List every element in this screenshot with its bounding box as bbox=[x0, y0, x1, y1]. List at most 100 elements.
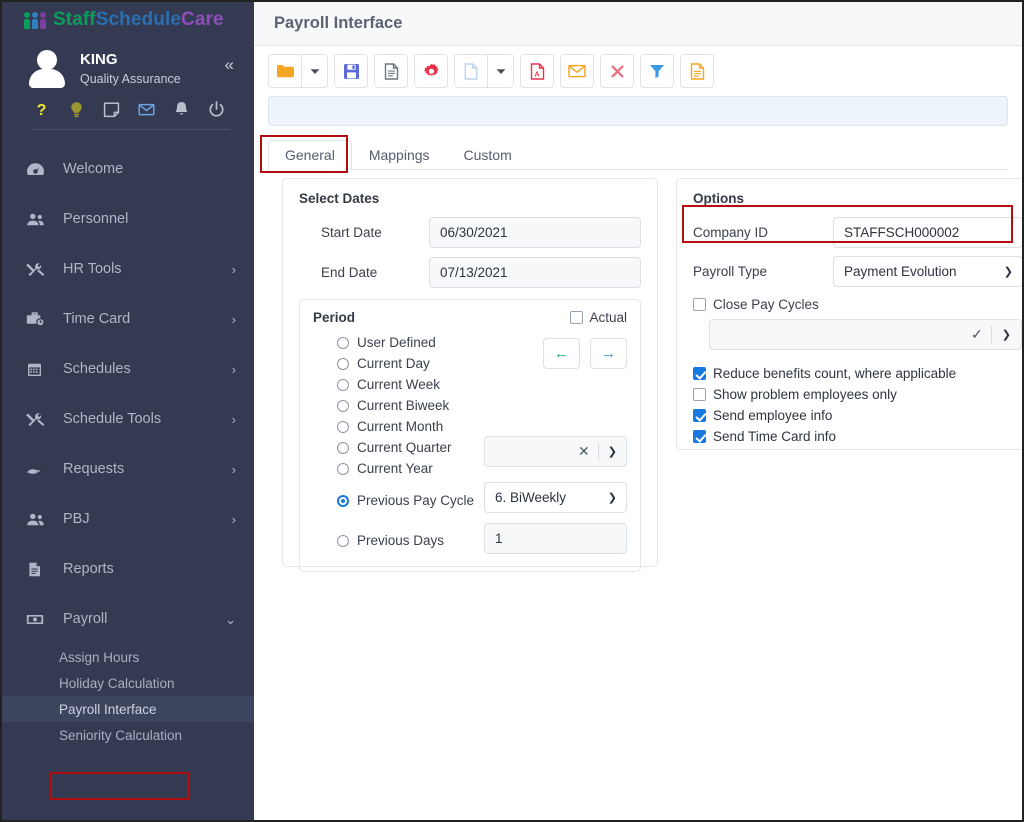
period-option-current-week[interactable]: Current Week bbox=[313, 374, 627, 395]
save-button[interactable] bbox=[334, 54, 368, 88]
check-icon[interactable]: ✓ bbox=[963, 326, 991, 343]
checkbox-indicator[interactable] bbox=[693, 430, 706, 443]
chevron-down-icon[interactable]: ❯ bbox=[599, 491, 626, 504]
period-option-label: Current Biweek bbox=[357, 398, 450, 413]
lightbulb-icon[interactable] bbox=[67, 100, 86, 119]
option-send-employee-info[interactable]: Send employee info bbox=[693, 405, 1022, 426]
period-option-label: User Defined bbox=[357, 335, 436, 350]
select-dates-panel: Select Dates Start Date 06/30/2021 End D… bbox=[282, 178, 658, 572]
sidebar-subitem-assign-hours[interactable]: Assign Hours bbox=[2, 644, 254, 670]
sidebar-item-label: PBJ bbox=[63, 511, 90, 527]
mail-icon[interactable] bbox=[137, 100, 156, 119]
option-reduce-benefits-count[interactable]: Reduce benefits count, where applicable bbox=[693, 363, 1022, 384]
options-checkbox-list: Reduce benefits count, where applicable … bbox=[693, 363, 1022, 447]
tabs-container: General Mappings Custom bbox=[254, 130, 1022, 173]
people-icon bbox=[26, 510, 52, 528]
tab-custom[interactable]: Custom bbox=[447, 140, 529, 170]
chevron-right-icon: › bbox=[231, 511, 236, 527]
pay-cycle-multiselect[interactable]: ✓ ❯ bbox=[709, 319, 1022, 350]
start-date-input[interactable]: 06/30/2021 bbox=[429, 217, 641, 248]
checkbox-indicator[interactable] bbox=[693, 367, 706, 380]
status-info-bar bbox=[268, 96, 1008, 126]
new-document-dropdown[interactable] bbox=[488, 54, 514, 88]
actual-checkbox-row[interactable]: Actual bbox=[570, 310, 627, 325]
radio-indicator[interactable] bbox=[337, 441, 349, 454]
payroll-type-select[interactable]: Payment Evolution ❯ bbox=[833, 256, 1022, 287]
period-option-current-month[interactable]: Current Month bbox=[313, 416, 627, 437]
tools-icon bbox=[26, 410, 52, 428]
start-date-label: Start Date bbox=[321, 225, 382, 240]
chevron-down-icon[interactable]: ❯ bbox=[1004, 265, 1013, 278]
period-title: Period bbox=[313, 310, 356, 325]
radio-indicator[interactable] bbox=[337, 378, 349, 391]
settings-button[interactable] bbox=[414, 54, 448, 88]
radio-indicator[interactable] bbox=[337, 399, 349, 412]
option-send-time-card-info[interactable]: Send Time Card info bbox=[693, 426, 1022, 447]
filter-button[interactable] bbox=[640, 54, 674, 88]
report-button[interactable] bbox=[680, 54, 714, 88]
sidebar-subitem-holiday-calculation[interactable]: Holiday Calculation bbox=[2, 670, 254, 696]
chevron-down-icon[interactable]: ❯ bbox=[599, 445, 626, 458]
pay-cycle-select[interactable]: 6. BiWeekly ❯ bbox=[484, 482, 627, 513]
arrow-left-icon: ← bbox=[554, 345, 569, 362]
email-button[interactable] bbox=[560, 54, 594, 88]
note-icon[interactable] bbox=[102, 100, 121, 119]
period-next-button[interactable]: → bbox=[590, 338, 627, 369]
sidebar-divider bbox=[32, 129, 230, 130]
dashboard-icon bbox=[26, 160, 52, 178]
radio-indicator[interactable] bbox=[337, 462, 349, 475]
sidebar-item-reports[interactable]: Reports bbox=[2, 544, 254, 594]
help-icon[interactable]: ? bbox=[32, 100, 51, 119]
radio-indicator[interactable] bbox=[337, 494, 349, 507]
sidebar-item-hr-tools[interactable]: HR Tools › bbox=[2, 244, 254, 294]
tab-general[interactable]: General bbox=[268, 140, 352, 170]
sidebar-subitem-payroll-interface[interactable]: Payroll Interface bbox=[2, 696, 254, 722]
power-icon[interactable] bbox=[207, 100, 226, 119]
chevron-right-icon: › bbox=[231, 411, 236, 427]
close-pay-cycles-row[interactable]: Close Pay Cycles bbox=[693, 297, 1022, 312]
end-date-input[interactable]: 07/13/2021 bbox=[429, 257, 641, 288]
quarter-select[interactable]: ✕ ❯ bbox=[484, 436, 627, 467]
checkbox-indicator[interactable] bbox=[693, 409, 706, 422]
sidebar-item-personnel[interactable]: Personnel bbox=[2, 194, 254, 244]
collapse-sidebar-icon[interactable]: « bbox=[219, 52, 240, 77]
brand-logo[interactable]: StaffScheduleCare bbox=[2, 2, 254, 38]
radio-indicator[interactable] bbox=[337, 336, 349, 349]
export-pdf-button[interactable]: A bbox=[520, 54, 554, 88]
period-previous-button[interactable]: ← bbox=[543, 338, 580, 369]
sidebar-item-schedule-tools[interactable]: Schedule Tools › bbox=[2, 394, 254, 444]
document-button[interactable] bbox=[374, 54, 408, 88]
company-id-input[interactable]: STAFFSCH000002 bbox=[833, 217, 1022, 248]
quick-action-icons: ? bbox=[2, 96, 254, 127]
radio-indicator[interactable] bbox=[337, 534, 349, 547]
radio-indicator[interactable] bbox=[337, 357, 349, 370]
brand-name-part2: Schedule bbox=[95, 9, 182, 30]
chevron-down-icon[interactable]: ❯ bbox=[992, 328, 1021, 341]
previous-days-input[interactable]: 1 bbox=[484, 523, 627, 554]
actual-checkbox[interactable] bbox=[570, 311, 584, 324]
clear-icon[interactable]: ✕ bbox=[570, 443, 598, 460]
checkbox-indicator[interactable] bbox=[693, 388, 706, 401]
close-pay-cycles-label: Close Pay Cycles bbox=[713, 297, 819, 312]
close-pay-cycles-checkbox[interactable] bbox=[693, 298, 706, 311]
tab-mappings[interactable]: Mappings bbox=[352, 140, 447, 170]
sidebar-item-requests[interactable]: Requests › bbox=[2, 444, 254, 494]
bell-icon[interactable] bbox=[172, 100, 191, 119]
sidebar-item-label: Time Card bbox=[63, 311, 131, 327]
sidebar-item-time-card[interactable]: Time Card › bbox=[2, 294, 254, 344]
sidebar-item-schedules[interactable]: Schedules › bbox=[2, 344, 254, 394]
delete-button[interactable] bbox=[600, 54, 634, 88]
sidebar-subitem-seniority-calculation[interactable]: Seniority Calculation bbox=[2, 722, 254, 748]
sidebar-item-pbj[interactable]: PBJ › bbox=[2, 494, 254, 544]
option-show-problem-employees-only[interactable]: Show problem employees only bbox=[693, 384, 1022, 405]
options-panel: Options Company ID STAFFSCH000002 Payrol… bbox=[676, 178, 1022, 450]
radio-indicator[interactable] bbox=[337, 420, 349, 433]
open-folder-dropdown[interactable] bbox=[302, 54, 328, 88]
sidebar-item-payroll[interactable]: Payroll ⌄ bbox=[2, 594, 254, 644]
toolbar: A bbox=[254, 46, 1022, 96]
period-option-current-biweek[interactable]: Current Biweek bbox=[313, 395, 627, 416]
open-folder-button[interactable] bbox=[268, 54, 302, 88]
info-bar-container bbox=[254, 96, 1022, 130]
sidebar-item-welcome[interactable]: Welcome bbox=[2, 144, 254, 194]
new-document-button[interactable] bbox=[454, 54, 488, 88]
